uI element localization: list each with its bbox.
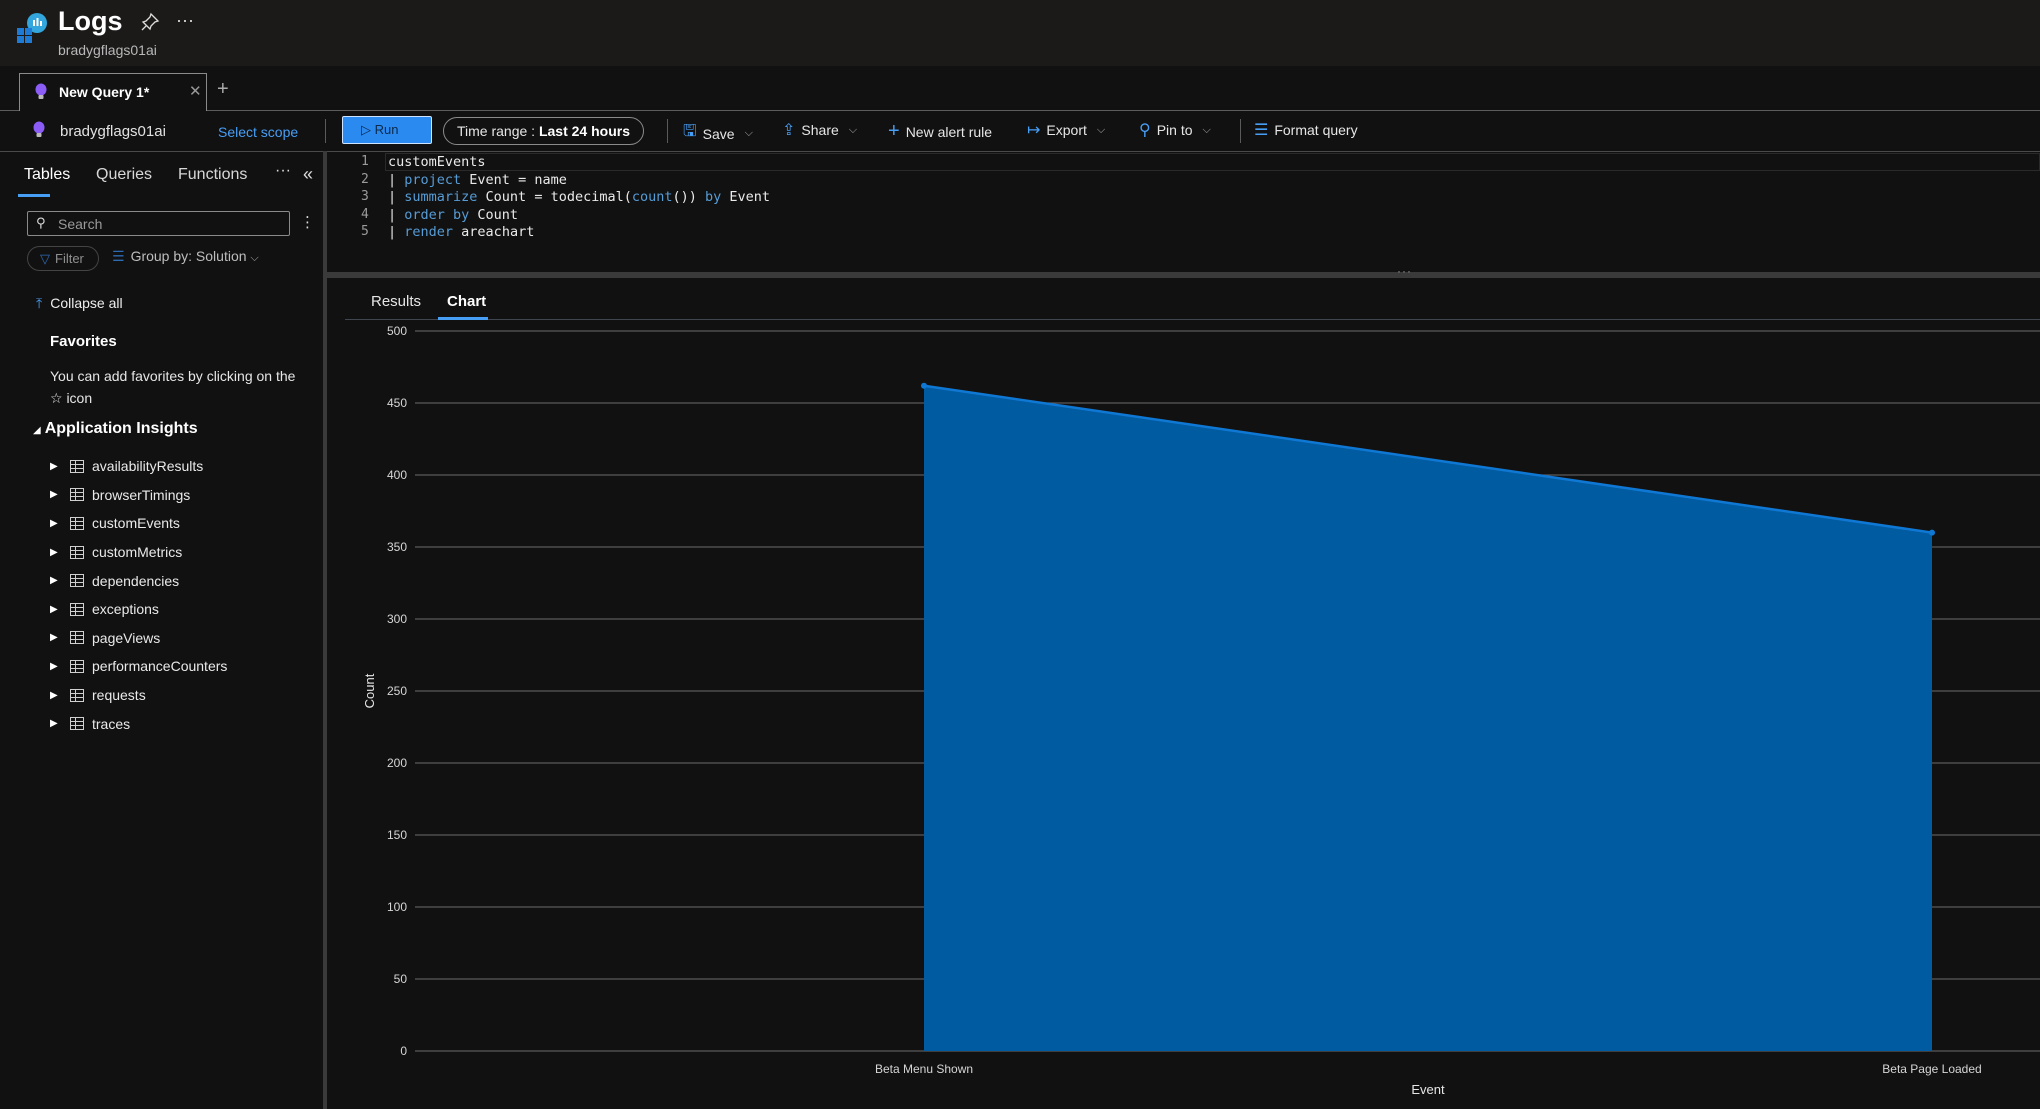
- y-tick-label: 350: [387, 540, 407, 554]
- area-chart: 0 50 100 150 200 250 300 350 400 450 500 Beta Menu …: [362, 324, 2040, 1097]
- area-series-count: [924, 385, 1932, 1052]
- x-tick-label: Beta Page Loaded: [1882, 1062, 1981, 1076]
- y-axis-label: Count: [362, 673, 377, 708]
- y-tick-label: 0: [400, 1044, 407, 1058]
- y-tick-label: 200: [387, 756, 407, 770]
- y-tick-label: 300: [387, 612, 407, 626]
- y-tick-label: 100: [387, 900, 407, 914]
- data-point: [1929, 529, 1935, 536]
- x-tick-label: Beta Menu Shown: [875, 1062, 973, 1076]
- y-tick-label: 250: [387, 684, 407, 698]
- y-tick-label: 50: [394, 972, 408, 986]
- x-axis-label: Event: [1411, 1082, 1445, 1097]
- y-tick-label: 500: [387, 324, 407, 338]
- y-tick-label: 400: [387, 468, 407, 482]
- y-tick-label: 150: [387, 828, 407, 842]
- y-tick-label: 450: [387, 396, 407, 410]
- data-point: [921, 382, 927, 389]
